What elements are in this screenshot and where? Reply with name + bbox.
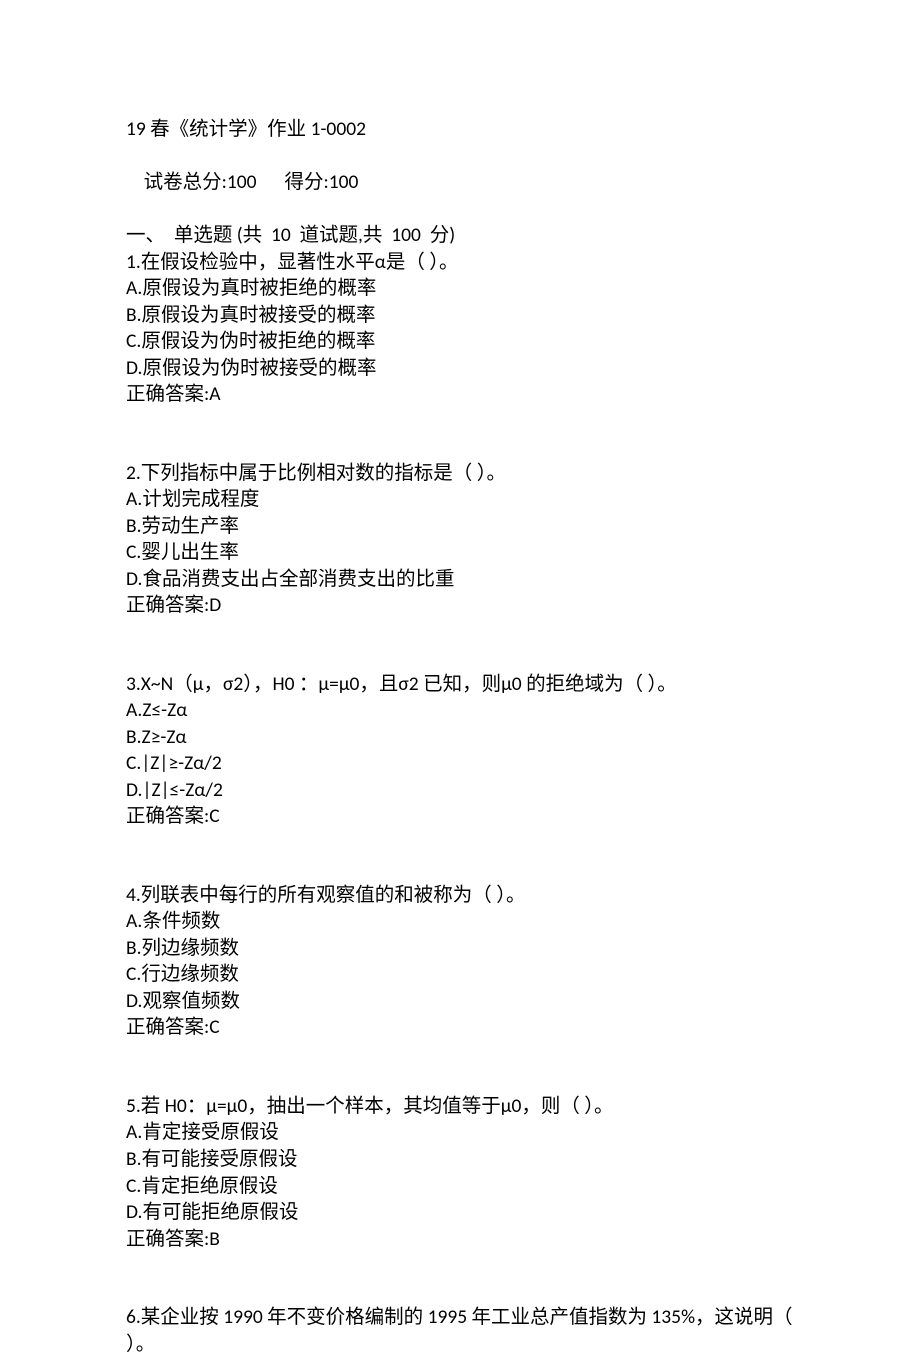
obtained-score: 得分:100 bbox=[285, 170, 359, 194]
question-stem: 4.列联表中每行的所有观察值的和被称为（ ）。 bbox=[126, 882, 806, 909]
answer-line: 正确答案:C bbox=[126, 1014, 806, 1041]
question-block: 1.在假设检验中，显著性水平α是（ ）。 A.原假设为真时被拒绝的概率 B.原假… bbox=[126, 249, 806, 408]
option: D.观察值频数 bbox=[126, 988, 806, 1015]
score-line: 试卷总分:100 得分:100 bbox=[126, 143, 806, 223]
question-block: 6.某企业按 1990 年不变价格编制的 1995 年工业总产值指数为 135%… bbox=[126, 1304, 806, 1357]
option: D.|Z|≤-Zα/2 bbox=[126, 777, 806, 804]
option: A.计划完成程度 bbox=[126, 486, 806, 513]
option: C.肯定拒绝原假设 bbox=[126, 1173, 806, 1200]
option: B.Z≥-Zα bbox=[126, 724, 806, 751]
document-page: 19 春《统计学》作业 1-0002 试卷总分:100 得分:100 一、 单选题… bbox=[0, 0, 806, 1357]
option: A.条件频数 bbox=[126, 908, 806, 935]
option: C.行边缘频数 bbox=[126, 961, 806, 988]
question-stem: 3.X~N（μ，σ2），H0 ：μ=μ0，且σ2 已知，则μ0 的拒绝域为（ ）… bbox=[126, 671, 806, 698]
option: A.肯定接受原假设 bbox=[126, 1119, 806, 1146]
total-score: 试卷总分:100 bbox=[144, 170, 257, 194]
answer-line: 正确答案:B bbox=[126, 1226, 806, 1253]
option: B.原假设为真时被接受的概率 bbox=[126, 302, 806, 329]
option: D.有可能拒绝原假设 bbox=[126, 1199, 806, 1226]
option: B.列边缘频数 bbox=[126, 935, 806, 962]
question-stem: 5.若 H0：μ=μ0，抽出一个样本，其均值等于μ0，则（ ）。 bbox=[126, 1093, 806, 1120]
option: A.Z≤-Zα bbox=[126, 697, 806, 724]
option: C.婴儿出生率 bbox=[126, 539, 806, 566]
section-heading: 一、 单选题 (共 10 道试题,共 100 分) bbox=[126, 222, 806, 249]
option: D.原假设为伪时被接受的概率 bbox=[126, 355, 806, 382]
question-block: 5.若 H0：μ=μ0，抽出一个样本，其均值等于μ0，则（ ）。 A.肯定接受原… bbox=[126, 1093, 806, 1252]
question-block: 4.列联表中每行的所有观察值的和被称为（ ）。 A.条件频数 B.列边缘频数 C… bbox=[126, 882, 806, 1041]
option: A.原假设为真时被拒绝的概率 bbox=[126, 275, 806, 302]
question-block: 2.下列指标中属于比例相对数的指标是（ ）。 A.计划完成程度 B.劳动生产率 … bbox=[126, 460, 806, 619]
option: C.原假设为伪时被拒绝的概率 bbox=[126, 328, 806, 355]
option: B.劳动生产率 bbox=[126, 513, 806, 540]
doc-title: 19 春《统计学》作业 1-0002 bbox=[126, 116, 806, 143]
answer-line: 正确答案:A bbox=[126, 381, 806, 408]
answer-line: 正确答案:D bbox=[126, 592, 806, 619]
answer-line: 正确答案:C bbox=[126, 803, 806, 830]
option: C.|Z|≥-Zα/2 bbox=[126, 750, 806, 777]
question-stem: 6.某企业按 1990 年不变价格编制的 1995 年工业总产值指数为 135%… bbox=[126, 1304, 806, 1357]
question-block: 3.X~N（μ，σ2），H0 ：μ=μ0，且σ2 已知，则μ0 的拒绝域为（ ）… bbox=[126, 671, 806, 830]
question-stem: 1.在假设检验中，显著性水平α是（ ）。 bbox=[126, 249, 806, 276]
option: D.食品消费支出占全部消费支出的比重 bbox=[126, 566, 806, 593]
question-stem: 2.下列指标中属于比例相对数的指标是（ ）。 bbox=[126, 460, 806, 487]
option: B.有可能接受原假设 bbox=[126, 1146, 806, 1173]
